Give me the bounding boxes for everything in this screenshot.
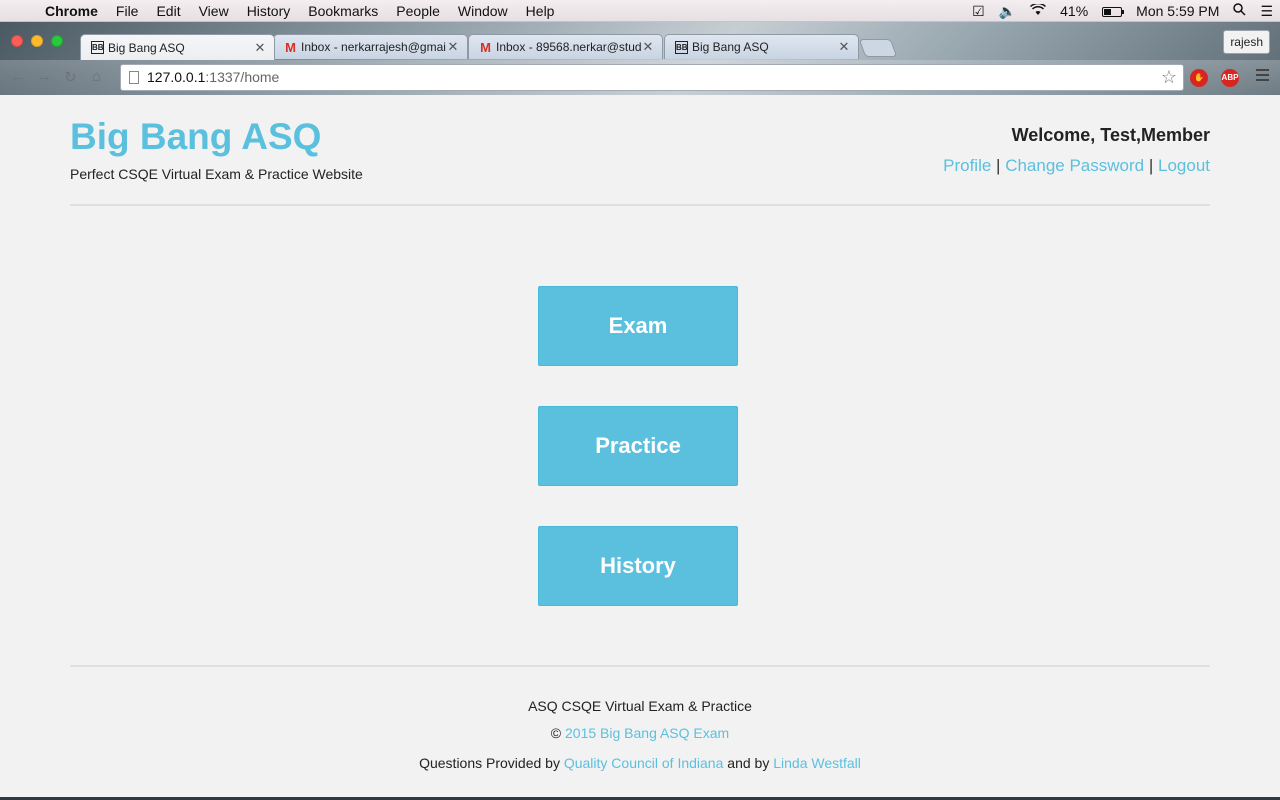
logout-link[interactable]: Logout [1158, 156, 1210, 175]
tab-title: Big Bang ASQ [108, 40, 185, 55]
close-tab-icon[interactable]: ✕ [838, 39, 850, 55]
bookmark-star-icon[interactable]: ☆ [1161, 65, 1177, 90]
header-divider [70, 204, 1210, 206]
linda-westfall-link[interactable]: Linda Westfall [773, 755, 861, 771]
menu-bookmarks[interactable]: Bookmarks [299, 0, 387, 22]
menu-view[interactable]: View [190, 0, 238, 22]
footer-copyright: © 2015 Big Bang ASQ Exam [0, 725, 1280, 741]
window-controls [11, 35, 63, 47]
forward-arrow-icon[interactable]: → [37, 68, 52, 85]
bb-favicon-icon: BB [91, 41, 104, 54]
site-brand[interactable]: Big Bang ASQ [70, 116, 321, 158]
footer-divider [70, 665, 1210, 667]
page-content: Big Bang ASQ Perfect CSQE Virtual Exam &… [0, 95, 1280, 797]
menu-history[interactable]: History [238, 0, 300, 22]
user-links: Profile | Change Password | Logout [943, 156, 1210, 176]
footer-title: ASQ CSQE Virtual Exam & Practice [528, 698, 752, 714]
address-bar[interactable]: 127.0.0.1:1337/home ☆ [120, 64, 1184, 91]
battery-percent[interactable]: 41% [1053, 0, 1095, 22]
credits-prefix: Questions Provided by [419, 755, 560, 771]
site-tagline: Perfect CSQE Virtual Exam & Practice Web… [70, 166, 363, 182]
menu-window[interactable]: Window [449, 0, 517, 22]
quality-council-link[interactable]: Quality Council of Indiana [564, 755, 724, 771]
home-icon[interactable]: ⌂ [92, 68, 101, 85]
footer-credits: Questions Provided by Quality Council of… [0, 755, 1280, 771]
close-tab-icon[interactable]: ✕ [642, 39, 654, 55]
chrome-menu-icon[interactable] [1256, 69, 1269, 84]
link-separator: | [996, 156, 1001, 175]
link-separator: | [1148, 156, 1154, 175]
history-button[interactable]: History [538, 526, 738, 606]
url-host: 127.0.0.1 [147, 69, 206, 85]
battery-icon[interactable] [1095, 0, 1129, 22]
menu-app-name[interactable]: Chrome [36, 0, 107, 22]
notification-center-icon[interactable]: ☰ [1253, 0, 1280, 22]
gmail-icon: M [285, 39, 296, 55]
browser-tab[interactable]: BB Big Bang ASQ ✕ [664, 34, 859, 59]
macos-menu-bar: Chrome File Edit View History Bookmarks … [0, 0, 1280, 22]
browser-toolbar: ← → ↻ ⌂ 127.0.0.1:1337/home ☆ ✋ ABP [0, 60, 1280, 95]
copyright-symbol: © [550, 725, 562, 741]
wifi-icon[interactable] [1023, 0, 1053, 22]
bb-favicon-icon: BB [675, 40, 688, 54]
volume-icon[interactable]: 🔈 [992, 0, 1023, 22]
profile-button[interactable]: rajesh [1223, 30, 1270, 54]
tab-title: Big Bang ASQ [692, 40, 769, 54]
clock[interactable]: Mon 5:59 PM [1129, 0, 1226, 22]
status-area: ☑ 🔈 41% Mon 5:59 PM ☰ [965, 0, 1280, 22]
exam-button[interactable]: Exam [538, 286, 738, 366]
menu-people[interactable]: People [387, 0, 449, 22]
new-tab-button[interactable] [858, 39, 898, 57]
welcome-message: Welcome, Test,Member [1011, 125, 1210, 145]
close-window-button[interactable] [11, 35, 23, 47]
credits-and: and by [727, 755, 770, 771]
checkmark-icon[interactable]: ☑ [965, 0, 992, 22]
back-arrow-icon[interactable]: ← [10, 68, 25, 85]
url-path: :1337/home [205, 69, 280, 85]
menu-help[interactable]: Help [517, 0, 564, 22]
close-tab-icon[interactable]: ✕ [254, 40, 266, 56]
close-tab-icon[interactable]: ✕ [447, 39, 459, 55]
practice-button[interactable]: Practice [538, 406, 738, 486]
copyright-link[interactable]: 2015 Big Bang ASQ Exam [565, 725, 729, 741]
spotlight-search-icon[interactable] [1226, 0, 1253, 22]
gmail-icon: M [480, 39, 491, 55]
profile-link[interactable]: Profile [943, 156, 991, 175]
page-icon [129, 71, 139, 84]
menu-file[interactable]: File [107, 0, 148, 22]
zoom-window-button[interactable] [51, 35, 63, 47]
browser-frame: BB Big Bang ASQ ✕ M Inbox - nerkarrajesh… [0, 22, 1280, 95]
browser-tab[interactable]: M Inbox - 89568.nerkar@stud ✕ [468, 34, 663, 59]
browser-tab[interactable]: BB Big Bang ASQ ✕ [80, 34, 275, 60]
change-password-link[interactable]: Change Password [1005, 156, 1144, 175]
adblock-plus-icon[interactable]: ABP [1221, 69, 1239, 87]
adblock-stop-icon[interactable]: ✋ [1190, 69, 1208, 87]
reload-icon[interactable]: ↻ [64, 68, 77, 86]
browser-tab[interactable]: M Inbox - nerkarrajesh@gmai ✕ [273, 34, 468, 59]
tab-title: Inbox - nerkarrajesh@gmai [301, 40, 446, 54]
minimize-window-button[interactable] [31, 35, 43, 47]
tab-title: Inbox - 89568.nerkar@stud [496, 40, 642, 54]
menu-edit[interactable]: Edit [147, 0, 189, 22]
